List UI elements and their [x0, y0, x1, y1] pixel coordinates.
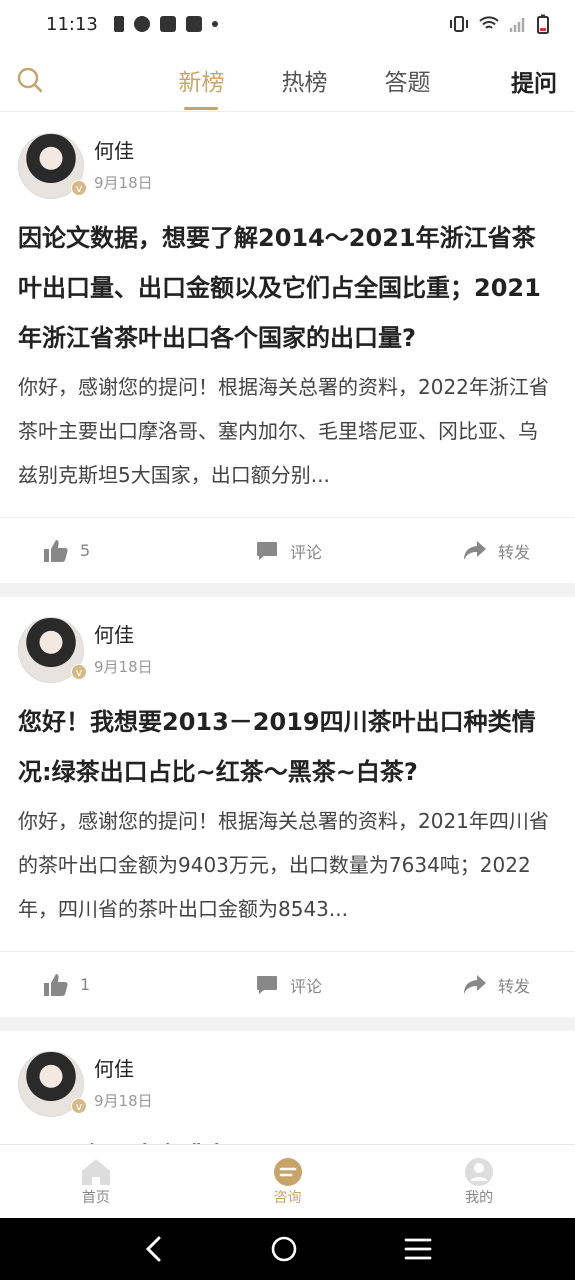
share-label: 转发	[498, 976, 531, 996]
comment-button[interactable]: 评论	[256, 539, 322, 563]
comment-label: 评论	[290, 542, 323, 562]
comment-icon	[257, 975, 277, 994]
app-notification-icon	[133, 16, 150, 32]
thumbs-up-icon	[44, 973, 68, 996]
question-card[interactable]: v 何佳 9月18日 因论文数据，想要了解2014～2021年浙江省茶叶出口量、…	[0, 113, 575, 583]
question-title[interactable]: 2022年云南咖啡出口量?	[18, 1131, 557, 1144]
card-actions: 1 评论 转发	[0, 951, 575, 1017]
answer-excerpt[interactable]: 你好，感谢您的提问！根据海关总署的资料，2021年四川省的茶叶出口金额为9403…	[18, 799, 557, 931]
author-name[interactable]: 何佳	[94, 619, 153, 648]
card-author: v 何佳 9月18日	[18, 133, 557, 203]
more-dot-icon	[211, 21, 218, 27]
ask-question-button[interactable]: 提问	[511, 64, 557, 98]
verified-badge-icon: v	[71, 180, 87, 196]
nav-home[interactable]: 首页	[0, 1145, 192, 1218]
vibrate-icon	[450, 16, 468, 32]
nav-profile[interactable]: 我的	[383, 1145, 575, 1218]
system-status-icons	[449, 14, 549, 34]
question-card[interactable]: v 何佳 9月18日 您好！我想要2013－2019四川茶叶出口种类情况:绿茶出…	[0, 597, 575, 1017]
share-icon	[464, 974, 486, 994]
consult-icon	[273, 1157, 302, 1186]
share-icon	[464, 540, 486, 560]
avatar[interactable]: v	[18, 617, 87, 683]
post-date: 9月18日	[94, 1092, 153, 1110]
home-icon	[81, 1158, 110, 1185]
back-icon[interactable]	[143, 1235, 165, 1263]
post-date: 9月18日	[94, 658, 153, 676]
status-time: 11:13	[46, 13, 98, 35]
nav-consult[interactable]: 咨询	[192, 1145, 384, 1218]
card-author: v 何佳 9月18日	[18, 617, 557, 687]
battery-icon	[537, 14, 549, 34]
share-label: 转发	[498, 542, 531, 562]
tab-answer[interactable]: 答题	[356, 48, 459, 112]
thumbs-up-icon	[44, 539, 68, 562]
tab-hot[interactable]: 热榜	[253, 48, 356, 112]
mail-icon	[159, 16, 176, 32]
author-name[interactable]: 何佳	[94, 135, 153, 164]
alert-icon	[113, 16, 124, 32]
bottom-navigation: 首页 咨询 我的	[0, 1144, 575, 1218]
verified-badge-icon: v	[71, 1098, 87, 1114]
system-navigation-bar	[0, 1218, 575, 1280]
message-icon	[185, 16, 202, 32]
answer-excerpt[interactable]: 你好，感谢您的提问！根据海关总署的资料，2022年浙江省茶叶主要出口摩洛哥、塞内…	[18, 365, 557, 497]
question-feed[interactable]: v 何佳 9月18日 因论文数据，想要了解2014～2021年浙江省茶叶出口量、…	[0, 113, 575, 1144]
signal-icon	[509, 18, 525, 32]
avatar[interactable]: v	[18, 1051, 87, 1117]
search-icon	[17, 67, 43, 93]
like-button[interactable]: 1	[44, 973, 91, 996]
status-bar: 11:13	[0, 0, 575, 48]
nav-home-label: 首页	[81, 1189, 110, 1206]
notification-icons	[113, 16, 218, 32]
like-count: 1	[80, 975, 91, 994]
post-date: 9月18日	[94, 174, 153, 192]
card-divider	[0, 1017, 575, 1031]
card-author: v 何佳 9月18日	[18, 1051, 557, 1121]
author-name[interactable]: 何佳	[94, 1053, 153, 1082]
tab-new[interactable]: 新榜	[150, 48, 253, 112]
nav-consult-label: 咨询	[273, 1189, 302, 1206]
question-title[interactable]: 因论文数据，想要了解2014～2021年浙江省茶叶出口量、出口金额以及它们占全国…	[18, 213, 557, 363]
comment-label: 评论	[290, 976, 323, 996]
wifi-icon	[479, 16, 499, 29]
recents-menu-icon[interactable]	[404, 1237, 432, 1261]
comment-button[interactable]: 评论	[256, 973, 322, 997]
card-divider	[0, 583, 575, 597]
question-card[interactable]: v 何佳 9月18日 2022年云南咖啡出口量?	[0, 1031, 575, 1144]
like-count: 5	[80, 541, 91, 560]
avatar[interactable]: v	[18, 133, 87, 199]
home-circle-icon[interactable]	[270, 1235, 298, 1263]
question-title[interactable]: 您好！我想要2013－2019四川茶叶出口种类情况:绿茶出口占比~红茶～黑茶~白…	[18, 697, 557, 797]
verified-badge-icon: v	[71, 664, 87, 680]
comment-icon	[257, 541, 277, 560]
feed-tabs: 新榜 热榜 答题	[150, 48, 459, 112]
like-button[interactable]: 5	[44, 539, 91, 562]
profile-icon	[465, 1157, 494, 1186]
share-button[interactable]: 转发	[464, 973, 530, 997]
share-button[interactable]: 转发	[464, 539, 530, 563]
card-actions: 5 评论 转发	[0, 517, 575, 583]
top-tab-bar: 新榜 热榜 答题 提问	[0, 48, 575, 112]
nav-profile-label: 我的	[465, 1189, 494, 1206]
search-button[interactable]	[16, 66, 44, 94]
